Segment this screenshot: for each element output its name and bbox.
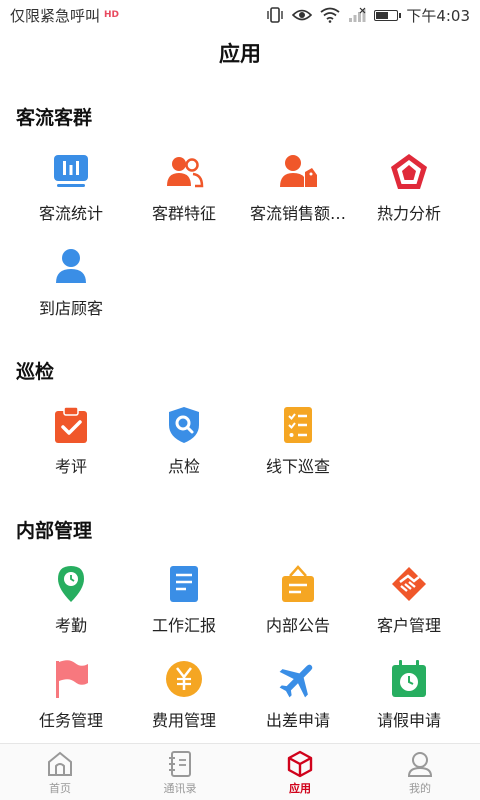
contacts-book-icon [169, 751, 191, 777]
bottom-nav: 首页 通讯录 应用 我的 [0, 743, 480, 800]
bar-chart-icon [54, 155, 88, 187]
nav-apps[interactable]: 应用 [240, 744, 360, 800]
app-attendance[interactable]: 考勤 [11, 564, 131, 636]
app-business-trip[interactable]: 出差申请 [238, 659, 358, 731]
nav-contacts[interactable]: 通讯录 [120, 744, 240, 800]
hd-indicator: HD [104, 10, 120, 20]
app-label: 考评 [54, 457, 87, 476]
app-task-management[interactable]: 任务管理 [11, 659, 131, 731]
clipboard-check-icon [55, 406, 87, 443]
app-traffic-stats[interactable]: 客流统计 [11, 152, 131, 224]
flag-icon [56, 660, 88, 698]
signal-icon [349, 7, 366, 22]
battery-icon [374, 9, 402, 21]
app-label: 请假申请 [376, 711, 441, 730]
airplane-icon [279, 664, 313, 698]
app-internal-notice[interactable]: 内部公告 [238, 564, 358, 636]
section-title-traffic: 客流客群 [16, 107, 93, 129]
app-expense-management[interactable]: 费用管理 [124, 659, 244, 731]
app-work-report[interactable]: 工作汇报 [124, 564, 244, 636]
app-label: 线下巡查 [265, 457, 330, 476]
nav-home[interactable]: 首页 [0, 744, 120, 800]
status-right: 下午4:03 [266, 5, 470, 26]
app-customer-management[interactable]: 客户管理 [349, 564, 469, 636]
clock-text: 下午4:03 [406, 6, 470, 25]
status-left: 仅限紧急呼叫 HD [10, 5, 119, 26]
app-leave-request[interactable]: 请假申请 [349, 659, 469, 731]
person-icon [56, 249, 86, 283]
app-label: 到店顾客 [38, 299, 103, 318]
wifi-icon [320, 7, 340, 23]
user-profile-icon [407, 752, 433, 777]
user-sales-icon [280, 155, 317, 187]
app-traffic-sales[interactable]: 客流销售额… [238, 152, 358, 224]
app-label: 任务管理 [38, 711, 103, 730]
location-pin-icon [58, 566, 84, 602]
app-label: 工作汇报 [151, 616, 216, 635]
app-spot-check[interactable]: 点检 [124, 405, 244, 477]
nav-label: 通讯录 [163, 782, 197, 795]
vibrate-icon [267, 7, 284, 23]
app-label: 热力分析 [376, 204, 441, 223]
home-icon [48, 751, 72, 776]
handshake-icon [392, 567, 426, 601]
page-title: 应用 [219, 42, 261, 66]
app-heat-analysis[interactable]: 热力分析 [349, 152, 469, 224]
carrier-text: 仅限紧急呼叫 [10, 6, 101, 25]
app-label: 费用管理 [151, 711, 216, 730]
app-customer-features[interactable]: 客群特征 [124, 152, 244, 224]
app-label: 考勤 [54, 616, 87, 635]
section-title-inspection: 巡检 [16, 361, 55, 383]
app-evaluation[interactable]: 考评 [11, 405, 131, 477]
nav-label: 我的 [409, 782, 431, 795]
app-label: 出差申请 [265, 711, 330, 730]
app-offline-patrol[interactable]: 线下巡查 [238, 405, 358, 477]
app-label: 点检 [167, 457, 200, 476]
app-label: 客流统计 [38, 204, 103, 223]
eye-comfort-icon [292, 9, 313, 21]
nav-label: 首页 [49, 782, 71, 795]
checklist-icon [284, 407, 312, 443]
heat-pentagon-icon [391, 154, 427, 189]
app-label: 客流销售额… [249, 204, 346, 223]
app-label: 客群特征 [151, 204, 216, 223]
shield-search-icon [169, 407, 199, 443]
app-label: 内部公告 [265, 616, 330, 635]
nav-mine[interactable]: 我的 [360, 744, 480, 800]
document-icon [170, 566, 198, 602]
user-group-icon [167, 157, 204, 188]
app-label: 客户管理 [376, 616, 441, 635]
app-store-visitors[interactable]: 到店顾客 [11, 247, 131, 319]
status-bar: 仅限紧急呼叫 HD 下午4:03 [0, 0, 480, 30]
section-title-internal: 内部管理 [16, 520, 93, 542]
yen-coin-icon [166, 661, 202, 697]
cube-icon [287, 750, 313, 778]
nav-label: 应用 [289, 782, 311, 795]
announcement-icon [282, 565, 314, 602]
calendar-clock-icon [392, 660, 426, 697]
